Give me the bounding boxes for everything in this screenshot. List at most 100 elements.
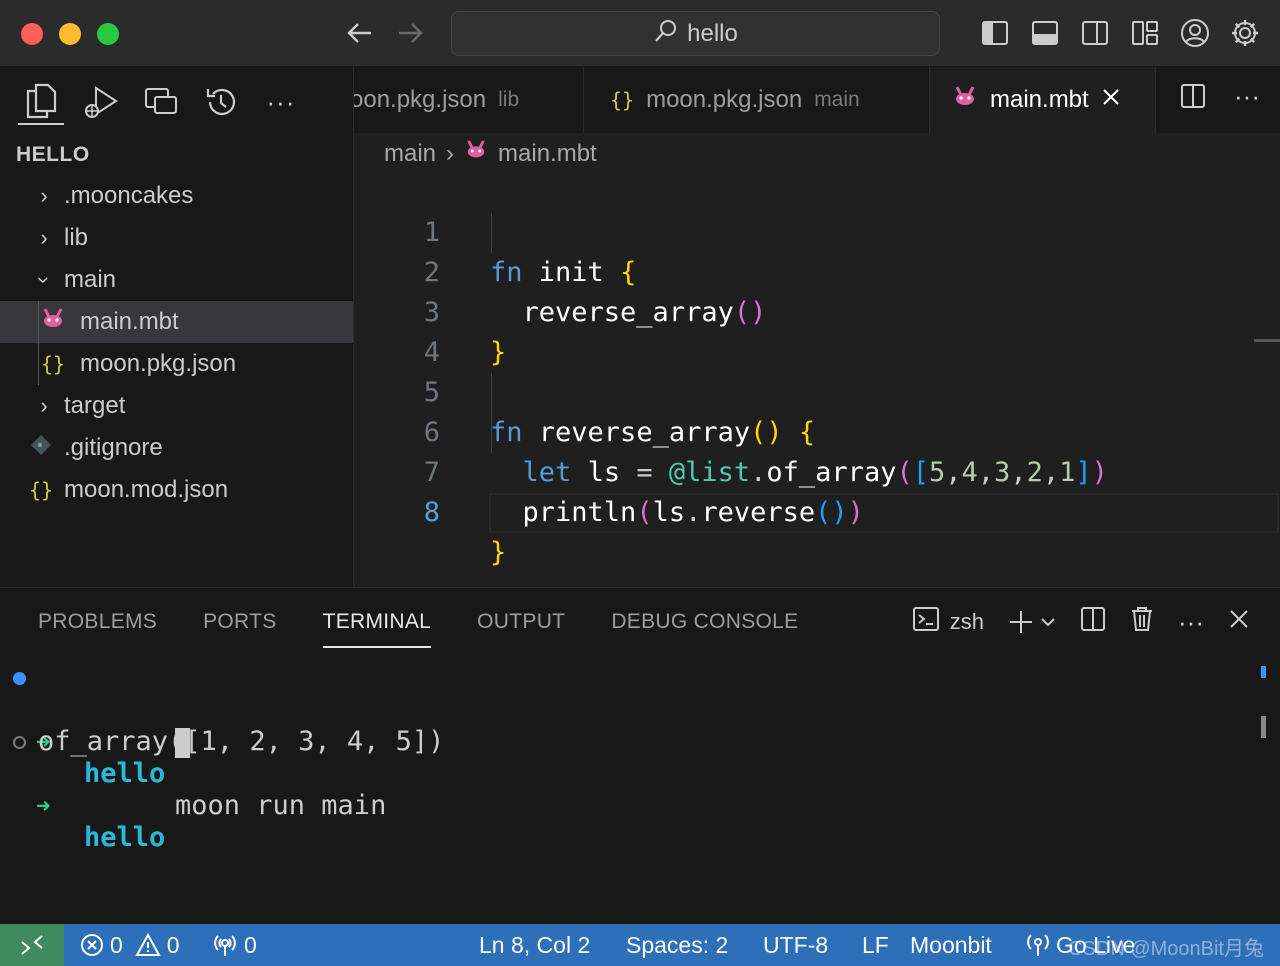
forward-arrow-icon[interactable] [395, 16, 425, 58]
tree-item-main-mbt[interactable]: main.mbt [0, 301, 353, 343]
editor-tab-bar: oon.pkg.json lib {} moon.pkg.json main m… [354, 67, 1280, 133]
tab-moon-pkg-json-main[interactable]: {} moon.pkg.json main [584, 67, 930, 133]
run-debug-icon[interactable] [78, 79, 124, 125]
tree-item-target[interactable]: › target [0, 385, 353, 427]
terminal-icon [912, 606, 940, 638]
remote-indicator-button[interactable] [0, 924, 64, 966]
breadcrumb-folder[interactable]: main [384, 140, 436, 168]
new-terminal-button[interactable] [1008, 609, 1056, 635]
code-area[interactable]: 1 fn init { 2 reverse_array() 3 } 4 5 fn… [354, 173, 1280, 568]
status-bar: 0 0 0 Ln 8, Col 2 Spaces: 2 UTF-8 LF Moo… [0, 924, 1280, 966]
explorer-sidebar: ··· HELLO › .mooncakes › lib › main main… [0, 67, 354, 587]
minimap-scroll-indicator[interactable] [1254, 339, 1280, 342]
code-line: 2 reverse_array() [354, 213, 1280, 328]
close-panel-icon[interactable] [1228, 608, 1250, 636]
code-editor[interactable]: main › main.mbt 1 fn init { 2 reverse_ar… [354, 133, 1280, 587]
warning-count: 0 [166, 931, 180, 958]
moonbit-file-icon [952, 85, 978, 116]
json-braces-icon: {} [28, 478, 54, 502]
tab-main-mbt[interactable]: main.mbt [930, 67, 1156, 133]
maximize-window-button[interactable] [97, 23, 119, 45]
more-actions-icon[interactable]: ··· [1234, 83, 1260, 114]
tab-debug-console[interactable]: DEBUG CONSOLE [611, 610, 798, 648]
tab-description: main [814, 88, 860, 111]
tab-problems[interactable]: PROBLEMS [38, 610, 157, 648]
explorer-icon[interactable] [18, 79, 64, 125]
tree-item-gitignore[interactable]: .gitignore [0, 427, 353, 469]
code-line: 8 } [354, 453, 1280, 568]
customize-layout-icon[interactable] [1130, 14, 1160, 52]
tree-item-moon-pkg-json[interactable]: {} moon.pkg.json [0, 343, 353, 385]
tree-item-label: main [64, 266, 117, 293]
terminal-output[interactable]: ➜ hello moon run main of_array([1, 2, 3,… [0, 662, 1280, 853]
eol-setting[interactable]: LF [862, 924, 889, 966]
moonbit-file-icon [38, 307, 68, 337]
settings-gear-icon[interactable] [1230, 14, 1260, 52]
toggle-primary-sidebar-icon[interactable] [980, 14, 1010, 52]
tab-terminal[interactable]: TERMINAL [322, 610, 432, 648]
chevron-right-icon: › [40, 225, 48, 250]
tab-output[interactable]: OUTPUT [477, 610, 565, 648]
remote-icon [21, 935, 43, 955]
chevron-down-icon [1041, 618, 1055, 627]
ports-count: 0 [244, 931, 257, 958]
command-center-search[interactable]: hello [451, 11, 940, 56]
terminal-cursor [175, 728, 190, 758]
chevron-right-icon: › [40, 393, 48, 418]
minimize-window-button[interactable] [59, 23, 81, 45]
code-line: 3 } [354, 253, 1280, 368]
problems-indicator[interactable]: 0 0 [80, 924, 180, 966]
command-pending-dot-icon [13, 736, 26, 749]
tree-item-main[interactable]: › main [0, 259, 353, 301]
language-mode[interactable]: Moonbit [910, 924, 992, 966]
tab-moon-pkg-json-lib[interactable]: oon.pkg.json lib [354, 67, 584, 133]
terminal-line: ➜ hello [0, 726, 1280, 853]
timeline-icon[interactable] [198, 79, 244, 125]
close-tab-icon[interactable] [1101, 86, 1121, 114]
toggle-panel-icon[interactable] [1030, 14, 1060, 52]
go-live-icon [1027, 934, 1049, 956]
more-actions-icon[interactable]: ··· [1178, 609, 1204, 635]
tab-ports[interactable]: PORTS [203, 610, 276, 648]
terminal-scrollbar[interactable] [1261, 716, 1266, 738]
account-icon[interactable] [1180, 14, 1210, 52]
split-editor-icon[interactable] [1180, 83, 1206, 114]
code-line: 7 println(ls.reverse()) [354, 413, 1280, 528]
tree-item-moon-mod-json[interactable]: {} moon.mod.json [0, 469, 353, 511]
toggle-secondary-sidebar-icon[interactable] [1080, 14, 1110, 52]
code-line: 6 let ls = @list.of_array([5,4,3,2,1]) [354, 373, 1280, 488]
tree-item-label: moon.pkg.json [80, 350, 237, 377]
terminal-shell-selector[interactable]: zsh [912, 606, 984, 638]
tree-item-lib[interactable]: › lib [0, 217, 353, 259]
tree-item-label: .gitignore [64, 434, 163, 461]
encoding-setting[interactable]: UTF-8 [763, 924, 828, 966]
breadcrumb-file[interactable]: main.mbt [498, 140, 597, 168]
terminal-line: ➜ hello moon run main [0, 662, 1280, 821]
tree-item-mooncakes[interactable]: › .mooncakes [0, 175, 353, 217]
indentation-setting[interactable]: Spaces: 2 [626, 924, 728, 966]
title-bar: hello [0, 0, 1280, 67]
tree-item-label: main.mbt [80, 308, 179, 335]
warning-icon [135, 933, 161, 956]
cursor-position[interactable]: Ln 8, Col 2 [479, 924, 590, 966]
breadcrumb: main › main.mbt [384, 139, 597, 168]
split-terminal-icon[interactable] [1080, 606, 1106, 638]
close-window-button[interactable] [21, 23, 43, 45]
line-number: 8 [423, 497, 440, 528]
more-icon[interactable]: ··· [258, 79, 304, 125]
remote-explorer-icon[interactable] [138, 79, 184, 125]
command-success-dot-icon[interactable] [13, 672, 26, 685]
search-label: hello [687, 19, 738, 47]
moonbit-file-icon [464, 139, 488, 168]
tree-item-label: target [64, 392, 126, 419]
ports-indicator[interactable]: 0 [212, 924, 257, 966]
tab-label: moon.pkg.json [646, 86, 803, 113]
chevron-right-icon: › [40, 183, 48, 208]
json-braces-icon: {} [610, 88, 635, 112]
trash-icon[interactable] [1130, 606, 1154, 638]
error-count: 0 [110, 931, 123, 958]
json-braces-icon: {} [40, 352, 66, 376]
back-arrow-icon[interactable] [345, 16, 375, 58]
bottom-panel: PROBLEMS PORTS TERMINAL OUTPUT DEBUG CON… [0, 587, 1280, 924]
plus-icon [1010, 611, 1033, 633]
